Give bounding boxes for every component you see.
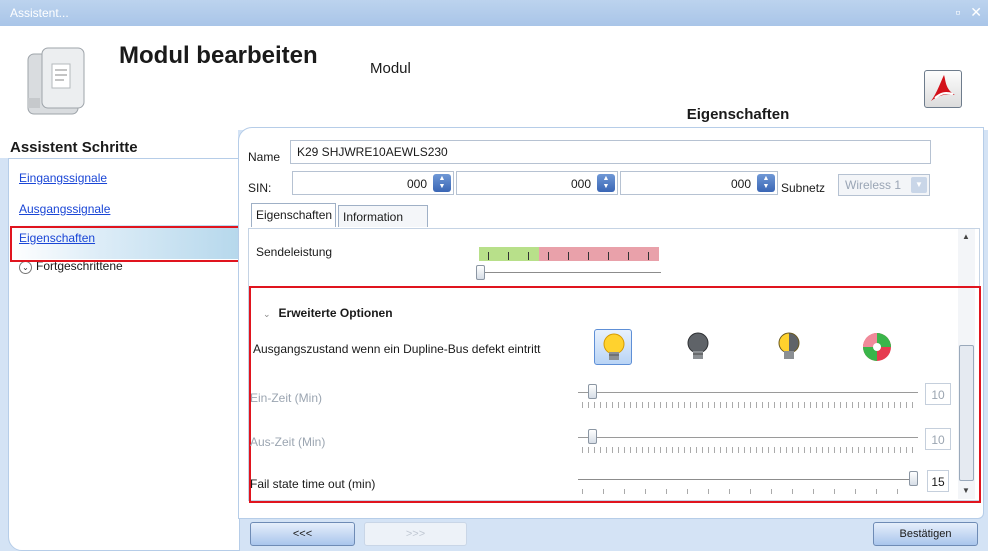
output-option-bulb-last-state[interactable] (770, 329, 808, 365)
fail-timeout-label: Fail state time out (min) (250, 477, 376, 491)
step-eingangssignale[interactable]: Eingangssignale (19, 171, 107, 185)
next-button[interactable]: >>> (364, 522, 467, 546)
power-ticks (488, 252, 658, 260)
bulb-on-icon (603, 333, 625, 360)
output-option-bulb-on[interactable] (594, 329, 632, 365)
fail-timeout-slider-track (578, 479, 918, 480)
pdf-button[interactable] (924, 70, 962, 108)
on-time-ticks (582, 402, 916, 408)
off-time-label: Aus-Zeit (Min) (250, 435, 326, 449)
pdf-icon (931, 75, 955, 101)
name-label: Name (248, 150, 281, 164)
on-time-value[interactable]: 10 (925, 383, 951, 405)
spinner-arrows-icon[interactable]: ▲ ▼ (433, 174, 451, 192)
off-time-slider-track (578, 437, 918, 438)
bulb-off-icon (687, 332, 709, 359)
power-slider-thumb[interactable] (476, 265, 485, 280)
collapse-chevron-icon: ⌄ (263, 309, 271, 319)
tab-information[interactable]: Information (338, 205, 428, 227)
bulb-toggle-icon (863, 333, 891, 361)
tab-eigenschaften[interactable]: Eigenschaften (251, 203, 336, 227)
sin-value-1: 000 (406, 177, 427, 191)
output-option-toggle[interactable] (858, 329, 896, 365)
restore-window-button[interactable]: ▫ (955, 4, 960, 20)
scroll-up-icon[interactable]: ▲ (962, 232, 970, 241)
spinner-arrows-icon[interactable]: ▲ ▼ (597, 174, 615, 192)
sin-spinner-2[interactable]: 000 ▲ ▼ (456, 171, 618, 195)
sin-value-3: 000 (730, 177, 751, 191)
steps-panel: Eingangssignale Ausgangssignale Eigensch… (8, 158, 240, 551)
page-title: Modul bearbeiten (119, 42, 318, 69)
output-option-bulb-off[interactable] (679, 329, 717, 365)
transmit-power-label: Sendeleistung (256, 245, 333, 259)
on-time-slider-thumb[interactable] (588, 384, 597, 399)
panel-header-tab: Eigenschaften (570, 100, 906, 130)
steps-title: Assistent Schritte (10, 139, 138, 156)
back-button[interactable]: <<< (250, 522, 355, 546)
fail-timeout-slider-thumb[interactable] (909, 471, 918, 486)
advanced-options-header[interactable]: ⌄ Erweiterte Optionen (263, 306, 393, 320)
close-window-button[interactable]: ✕ (970, 4, 982, 20)
subnet-value: Wireless 1 (845, 178, 902, 192)
window-title: Assistent... (10, 6, 69, 20)
sin-spinner-3[interactable]: 000 ▲ ▼ (620, 171, 778, 195)
off-time-slider-thumb[interactable] (588, 429, 597, 444)
off-time-value[interactable]: 10 (925, 428, 951, 450)
fail-timeout-ticks (582, 489, 912, 494)
device-module-icon (27, 47, 85, 115)
on-time-label: Ein-Zeit (Min) (250, 391, 323, 405)
subnet-label: Subnetz (781, 181, 826, 195)
sin-value-2: 000 (570, 177, 591, 191)
title-bar: Assistent... ▫ ✕ (0, 0, 988, 26)
spinner-arrows-icon[interactable]: ▲ ▼ (757, 174, 775, 192)
name-input[interactable]: K29 SHJWRE10AEWLS230 (290, 140, 931, 164)
bulb-last-state-icon (778, 332, 800, 359)
page-subtitle: Modul (370, 60, 411, 77)
sin-label: SIN: (248, 181, 272, 195)
confirm-button[interactable]: Bestätigen (873, 522, 978, 546)
on-time-slider-track (578, 392, 918, 393)
output-state-label: Ausgangszustand wenn ein Dupline-Bus def… (253, 342, 541, 356)
highlight-box-step (10, 226, 243, 262)
power-slider-track (476, 272, 661, 273)
fail-timeout-value[interactable]: 15 (927, 470, 949, 492)
off-time-ticks (582, 447, 916, 453)
advanced-options-title: Erweiterte Optionen (278, 306, 393, 320)
subnet-select[interactable]: Wireless 1 ▼ (838, 174, 930, 196)
expand-chevron-icon: ⌄ (19, 261, 32, 274)
steps-header: Assistent Schritte (0, 130, 238, 158)
step-ausgangssignale[interactable]: Ausgangssignale (19, 202, 110, 216)
sin-spinner-1[interactable]: 000 ▲ ▼ (292, 171, 454, 195)
chevron-down-icon: ▼ (911, 177, 927, 193)
